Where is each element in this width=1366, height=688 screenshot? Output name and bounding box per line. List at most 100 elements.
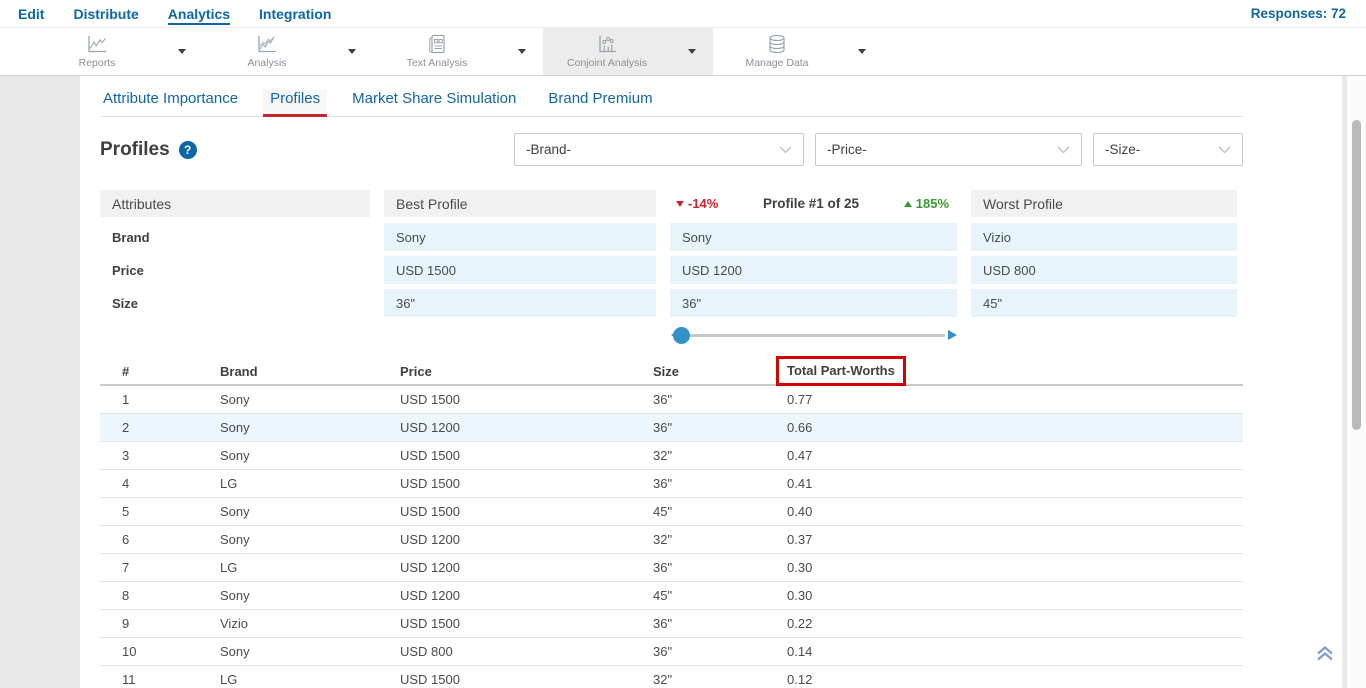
increase-badge: 185% bbox=[904, 196, 949, 211]
table-row[interactable]: 10 Sony USD 800 36" 0.14 bbox=[100, 638, 1243, 666]
cell-total-part-worths: 0.40 bbox=[787, 504, 1243, 519]
vertical-scrollbar bbox=[1347, 76, 1366, 688]
triangle-down-icon bbox=[676, 201, 684, 207]
table-row[interactable]: 2 Sony USD 1200 36" 0.66 bbox=[100, 414, 1243, 442]
manage-data-dropdown-button[interactable] bbox=[841, 28, 883, 75]
selected-profile-brand: Sony bbox=[670, 223, 957, 251]
cell-brand: Sony bbox=[220, 532, 400, 547]
cell-brand: Sony bbox=[220, 644, 400, 659]
reports-button[interactable]: Reports bbox=[33, 28, 161, 75]
brand-filter-select[interactable]: -Brand- bbox=[514, 133, 804, 166]
attribute-label-size: Size bbox=[100, 289, 370, 317]
table-row[interactable]: 9 Vizio USD 1500 36" 0.22 bbox=[100, 610, 1243, 638]
toolbar-label: Conjoint Analysis bbox=[567, 57, 647, 69]
toolbar-group-analysis: Analysis bbox=[203, 28, 373, 75]
selected-profile-column: -14% Profile #1 of 25 185% Sony USD 1200… bbox=[670, 190, 957, 346]
responses-count[interactable]: Responses: 72 bbox=[1251, 6, 1346, 21]
cell-brand: Sony bbox=[220, 448, 400, 463]
title-row: Profiles ? -Brand- -Price- -Size- bbox=[100, 133, 1243, 166]
analysis-button[interactable]: Analysis bbox=[203, 28, 331, 75]
cell-rank: 10 bbox=[122, 644, 220, 659]
cell-price: USD 1500 bbox=[400, 392, 653, 407]
cell-rank: 1 bbox=[122, 392, 220, 407]
text-analysis-dropdown-button[interactable] bbox=[501, 28, 543, 75]
slider-right-arrow-icon[interactable] bbox=[948, 330, 957, 340]
cell-rank: 11 bbox=[122, 672, 220, 687]
table-row[interactable]: 7 LG USD 1200 36" 0.30 bbox=[100, 554, 1243, 582]
dot-plot-icon bbox=[595, 34, 619, 55]
chevron-up-double-icon bbox=[1314, 643, 1336, 663]
page-canvas: Attribute Importance Profiles Market Sha… bbox=[0, 76, 1366, 688]
best-profile-column: Best Profile Sony USD 1500 36" bbox=[384, 190, 656, 346]
table-row[interactable]: 1 Sony USD 1500 36" 0.77 bbox=[100, 386, 1243, 414]
top-nav: Edit Distribute Analytics Integration Re… bbox=[0, 0, 1366, 28]
cell-size: 36" bbox=[653, 560, 787, 575]
toolbar-group-text-analysis: Text Analysis bbox=[373, 28, 543, 75]
brand-filter-value: -Brand- bbox=[526, 142, 571, 157]
table-row[interactable]: 11 LG USD 1500 32" 0.12 bbox=[100, 666, 1243, 688]
cell-rank: 8 bbox=[122, 588, 220, 603]
toolbar-label: Manage Data bbox=[745, 57, 808, 69]
cell-size: 32" bbox=[653, 672, 787, 687]
cell-total-part-worths: 0.30 bbox=[787, 588, 1243, 603]
nav-item-distribute[interactable]: Distribute bbox=[73, 6, 138, 22]
nav-item-analytics[interactable]: Analytics bbox=[168, 6, 230, 22]
cell-rank: 3 bbox=[122, 448, 220, 463]
tab-attribute-importance[interactable]: Attribute Importance bbox=[100, 90, 245, 116]
cell-brand: LG bbox=[220, 476, 400, 491]
cell-price: USD 1500 bbox=[400, 448, 653, 463]
attribute-label-brand: Brand bbox=[100, 223, 370, 251]
table-row[interactable]: 4 LG USD 1500 36" 0.41 bbox=[100, 470, 1243, 498]
manage-data-button[interactable]: Manage Data bbox=[713, 28, 841, 75]
scrollbar-thumb[interactable] bbox=[1352, 120, 1361, 430]
table-row[interactable]: 3 Sony USD 1500 32" 0.47 bbox=[100, 442, 1243, 470]
tab-brand-premium[interactable]: Brand Premium bbox=[541, 90, 659, 116]
size-filter-select[interactable]: -Size- bbox=[1093, 133, 1243, 166]
toolbar-group-conjoint-analysis: Conjoint Analysis bbox=[543, 28, 713, 75]
scroll-to-top-button[interactable] bbox=[1314, 643, 1336, 668]
newspaper-icon bbox=[425, 34, 449, 55]
cell-brand: Sony bbox=[220, 392, 400, 407]
caret-down-icon bbox=[178, 49, 186, 54]
cell-brand: Sony bbox=[220, 588, 400, 603]
worst-profile-price: USD 800 bbox=[971, 256, 1237, 284]
attribute-label-price: Price bbox=[100, 256, 370, 284]
cell-price: USD 1500 bbox=[400, 672, 653, 687]
profiles-table: # Brand Price Size Total Part-Worths 1 S… bbox=[100, 358, 1243, 688]
tab-market-share-simulation[interactable]: Market Share Simulation bbox=[345, 90, 523, 116]
nav-item-integration[interactable]: Integration bbox=[259, 6, 331, 22]
cell-total-part-worths: 0.22 bbox=[787, 616, 1243, 631]
worst-profile-size: 45" bbox=[971, 289, 1237, 317]
worst-profile-brand: Vizio bbox=[971, 223, 1237, 251]
profile-comparison: Attributes Brand Price Size Best Profile… bbox=[100, 190, 1243, 346]
table-row[interactable]: 8 Sony USD 1200 45" 0.30 bbox=[100, 582, 1243, 610]
nav-item-edit[interactable]: Edit bbox=[18, 6, 44, 22]
header-price: Price bbox=[400, 364, 653, 379]
selected-profile-price: USD 1200 bbox=[670, 256, 957, 284]
conjoint-tabs: Attribute Importance Profiles Market Sha… bbox=[100, 76, 1243, 117]
conjoint-analysis-button[interactable]: Conjoint Analysis bbox=[543, 28, 671, 75]
caret-down-icon bbox=[858, 49, 866, 54]
header-rank: # bbox=[122, 364, 220, 379]
reports-dropdown-button[interactable] bbox=[161, 28, 203, 75]
text-analysis-button[interactable]: Text Analysis bbox=[373, 28, 501, 75]
cell-total-part-worths: 0.77 bbox=[787, 392, 1243, 407]
table-row[interactable]: 5 Sony USD 1500 45" 0.40 bbox=[100, 498, 1243, 526]
price-filter-select[interactable]: -Price- bbox=[815, 133, 1082, 166]
table-row[interactable]: 6 Sony USD 1200 32" 0.37 bbox=[100, 526, 1243, 554]
help-icon[interactable]: ? bbox=[179, 141, 197, 159]
tab-profiles[interactable]: Profiles bbox=[263, 90, 327, 117]
conjoint-analysis-dropdown-button[interactable] bbox=[671, 28, 713, 75]
slider-handle[interactable] bbox=[673, 327, 690, 344]
toolbar-label: Analysis bbox=[247, 57, 286, 69]
caret-down-icon bbox=[688, 49, 696, 54]
cell-price: USD 1200 bbox=[400, 560, 653, 575]
cell-size: 32" bbox=[653, 448, 787, 463]
attributes-header: Attributes bbox=[100, 190, 370, 217]
analysis-dropdown-button[interactable] bbox=[331, 28, 373, 75]
cell-brand: Sony bbox=[220, 420, 400, 435]
annotation-red-box: Total Part-Worths bbox=[776, 356, 906, 386]
slider-track[interactable] bbox=[677, 334, 945, 337]
cell-price: USD 1200 bbox=[400, 420, 653, 435]
cell-brand: LG bbox=[220, 672, 400, 687]
